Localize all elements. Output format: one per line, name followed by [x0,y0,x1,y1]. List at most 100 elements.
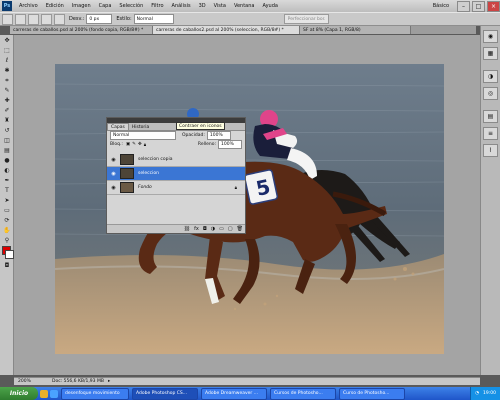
start-button[interactable]: Inicio [0,387,38,400]
quicklaunch-browser-icon[interactable] [50,389,58,398]
maximize-icon[interactable]: □ [472,0,485,12]
doc-tab-1[interactable]: carreras de caballos.psd al 200% (fondo … [10,26,153,34]
tab-capas[interactable]: Capas [107,123,129,130]
magic-wand-icon[interactable]: ✱ [2,66,12,75]
lock-transparency-icon[interactable]: ▣ [126,142,130,147]
lock-icon: 🔒︎ [234,185,237,191]
mask-icon[interactable]: ◘ [203,226,207,232]
path-selection-icon[interactable]: ➤ [2,196,12,205]
channels-panel-icon[interactable]: ≡ [483,127,498,140]
toolbox: ✥ ⬚ ℓ ✱ ⌗ ✎ ✚ ✐ ♜ ↺ ◫ ▤ ● ◐ ✒ T ➤ ▭ ⟳ ✋ … [0,35,14,375]
tab-historia[interactable]: Historia [129,124,152,130]
menu-capa[interactable]: Capa [95,3,116,9]
fill-input[interactable]: 100% [218,140,242,149]
new-layer-icon[interactable]: ▢ [228,226,233,232]
3d-rotate-icon[interactable]: ⟳ [2,216,12,225]
gradient-tool-icon[interactable]: ▤ [2,146,12,155]
masks-panel-icon[interactable]: ◎ [483,87,498,100]
move-tool-icon[interactable]: ✥ [2,36,12,45]
menu-seleccion[interactable]: Selección [115,3,147,9]
taskbar-item[interactable]: Curso de Photosho... [339,387,405,400]
layers-panel-icon[interactable]: ▤ [483,110,498,123]
quicklaunch-folder-icon[interactable] [40,389,48,398]
lock-pixels-icon[interactable]: ✎ [132,142,136,147]
link-icon[interactable]: ⛓ [184,226,190,232]
shape-tool-icon[interactable]: ▭ [2,206,12,215]
status-arrow-icon[interactable]: ▸ [108,379,110,384]
visibility-eye-icon[interactable]: ◉ [110,184,117,191]
style-label: Estilo: [116,16,132,22]
dodge-tool-icon[interactable]: ◐ [2,166,12,175]
crop-tool-icon[interactable]: ⌗ [2,76,12,85]
feather-label: Desv.: [69,16,85,22]
fx-icon[interactable]: fx [194,226,199,232]
close-icon[interactable]: × [487,0,500,12]
menu-filtro[interactable]: Filtro [147,3,167,9]
taskbar-item[interactable]: desenfoque movimiento [61,387,129,400]
history-brush-icon[interactable]: ↺ [2,126,12,135]
taskbar-item[interactable]: Cursos de Photosho... [270,387,336,400]
taskbar: Inicio desenfoque movimiento Adobe Photo… [0,387,500,400]
menu-bar: Ps Archivo Edición Imagen Capa Selección… [0,0,500,12]
type-tool-icon[interactable]: T [2,186,12,195]
pen-tool-icon[interactable]: ✒ [2,176,12,185]
minimize-icon[interactable]: – [457,0,470,12]
intersect-selection-icon[interactable] [54,13,65,25]
menu-imagen[interactable]: Imagen [68,3,95,9]
menu-analisis[interactable]: Análisis [168,3,195,9]
layer-row-selected[interactable]: ◉ seleccion [107,167,245,181]
paths-panel-icon[interactable]: ⌇ [483,144,498,157]
blend-mode-select[interactable]: Normal [110,131,176,140]
lock-all-icon[interactable]: 🔒︎ [144,142,146,148]
menu-edicion[interactable]: Edición [42,3,68,9]
zoom-level[interactable]: 200% [18,379,38,384]
workspace-switcher[interactable]: Básico [427,3,455,9]
brush-tool-icon[interactable]: ✐ [2,106,12,115]
eraser-icon[interactable]: ◫ [2,136,12,145]
menu-vista[interactable]: Vista [210,3,230,9]
subtract-selection-icon[interactable] [41,13,52,25]
visibility-eye-icon[interactable]: ◉ [110,156,117,163]
healing-brush-icon[interactable]: ✚ [2,96,12,105]
group-icon[interactable]: ▭ [219,226,224,232]
marquee-tool-icon[interactable]: ⬚ [2,46,12,55]
new-selection-icon[interactable] [15,13,26,25]
adjustment-icon[interactable]: ◑ [211,226,215,232]
visibility-eye-icon[interactable]: ◉ [110,170,117,177]
marquee-tool-icon[interactable] [2,13,13,25]
menu-ayuda[interactable]: Ayuda [258,3,281,9]
swatches-panel-icon[interactable]: ▦ [483,47,498,60]
taskbar-item-active[interactable]: Adobe Photoshop CS... [132,387,198,400]
panel-dock: ◉ ▦ ◑ ◎ ▤ ≡ ⌇ [480,26,500,375]
hand-tool-icon[interactable]: ✋ [2,226,12,235]
zoom-tool-icon[interactable]: ⚲ [2,236,12,245]
doc-tab-3[interactable]: SF at 8% (Capa 1, RGB/8) [300,26,411,34]
system-tray: ◔ 19:00 [470,387,500,400]
menu-3d[interactable]: 3D [195,3,210,9]
lock-position-icon[interactable]: ✥ [138,142,142,147]
clone-stamp-icon[interactable]: ♜ [2,116,12,125]
opacity-input[interactable]: 100% [206,131,231,140]
document-tabs: carreras de caballos.psd al 200% (fondo … [10,26,476,34]
add-selection-icon[interactable] [28,13,39,25]
adjustments-panel-icon[interactable]: ◑ [483,70,498,83]
color-swatches[interactable] [2,246,14,260]
color-panel-icon[interactable]: ◉ [483,30,498,43]
eyedropper-icon[interactable]: ✎ [2,86,12,95]
doc-tab-2[interactable]: carreras de caballos2.psd al 200% (selec… [153,26,300,34]
layer-row[interactable]: ◉ Fondo 🔒︎ [107,181,245,195]
trash-icon[interactable]: 🗑︎ [237,226,243,232]
feather-input[interactable]: 0 px [86,14,113,24]
blur-tool-icon[interactable]: ● [2,156,12,165]
style-select[interactable]: Normal [133,14,174,24]
fill-label: Relleno: [197,142,216,147]
tray-icon[interactable]: ◔ [475,391,479,396]
lasso-tool-icon[interactable]: ℓ [2,56,12,65]
taskbar-item[interactable]: Adobe Dreamweaver ... [201,387,267,400]
quick-mask-icon[interactable]: ◘ [2,261,12,270]
menu-ventana[interactable]: Ventana [230,3,259,9]
background-color[interactable] [5,250,14,259]
refine-edge-button[interactable]: Perfeccionar bor. [283,14,330,24]
layer-row[interactable]: ◉ seleccion copia [107,153,245,167]
menu-archivo[interactable]: Archivo [15,3,42,9]
